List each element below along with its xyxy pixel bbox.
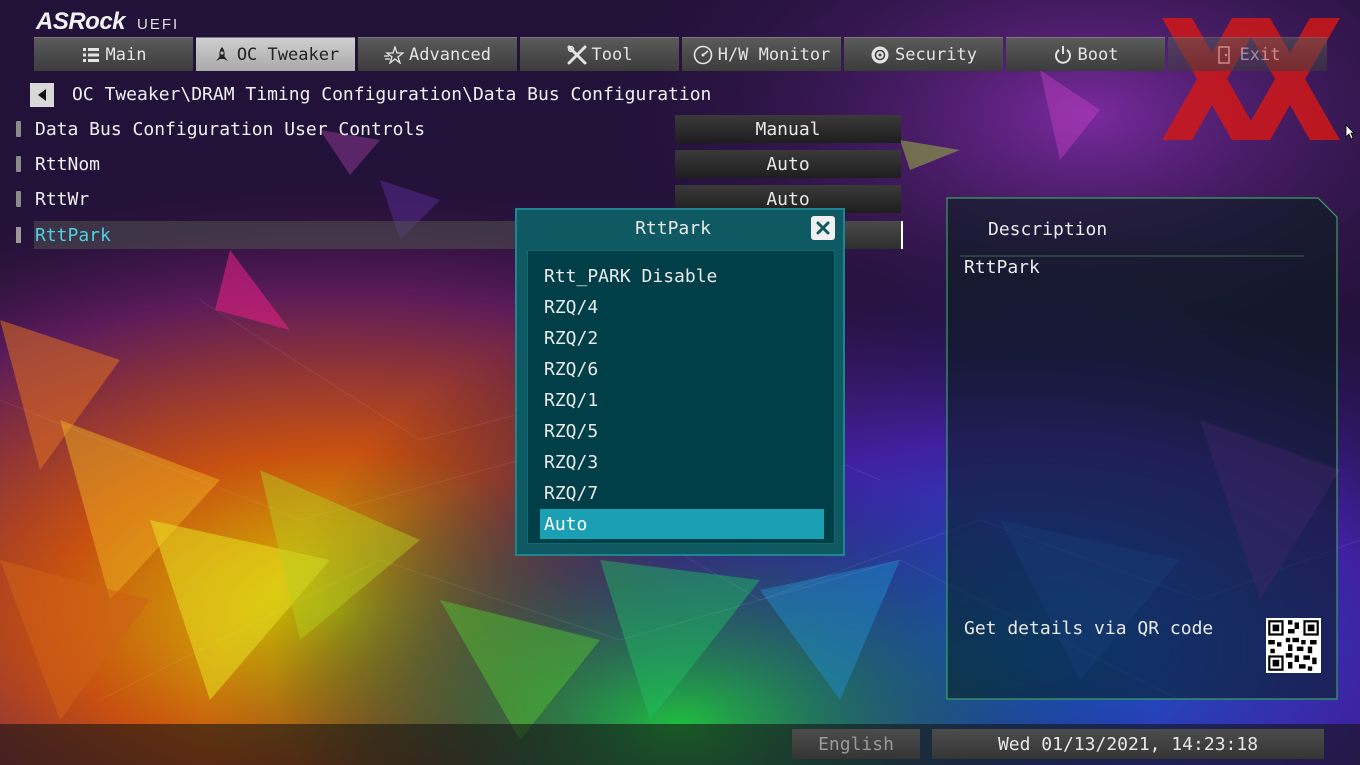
description-title: Description	[988, 219, 1108, 240]
tab-label: Advanced	[409, 44, 491, 65]
tab-advanced[interactable]: Advanced	[358, 37, 517, 71]
shield-icon	[870, 45, 890, 65]
setting-value-data-bus-user-controls[interactable]: Manual	[675, 115, 901, 143]
tab-label: OC Tweaker	[236, 44, 340, 65]
asrock-logo: ASRock UEFI	[36, 8, 179, 38]
tab-oc-tweaker[interactable]: OC Tweaker	[196, 37, 355, 71]
logo-brand: ASRock	[36, 8, 126, 35]
popup-title: RttPark	[635, 218, 711, 239]
tab-label: Main	[105, 44, 147, 65]
row-bullet-icon	[16, 227, 21, 243]
setting-label: RttPark	[35, 224, 111, 246]
description-text: RttPark	[964, 257, 1040, 278]
popup-option-rtt-park-disable[interactable]: Rtt_PARK Disable	[540, 261, 824, 291]
popup-option-rzq-7[interactable]: RZQ/7	[540, 478, 824, 508]
popup-option-list: Rtt_PARK Disable RZQ/4 RZQ/2 RZQ/6 RZQ/1…	[527, 250, 835, 544]
tab-label: Exit	[1239, 44, 1281, 65]
main-tab-bar: Main OC Tweaker Advanced Tool H/W Monito…	[34, 37, 1330, 73]
popup-option-rzq-4[interactable]: RZQ/4	[540, 292, 824, 322]
list-icon	[81, 45, 101, 65]
tab-boot[interactable]: Boot	[1006, 37, 1165, 71]
close-icon	[816, 221, 830, 235]
mouse-cursor-icon	[1345, 124, 1355, 140]
logo-sub: UEFI	[137, 16, 180, 33]
tab-exit[interactable]: Exit	[1168, 37, 1327, 71]
qr-code-label: Get details via QR code	[964, 618, 1214, 639]
popup-option-rzq-5[interactable]: RZQ/5	[540, 416, 824, 446]
popup-option-rzq-2[interactable]: RZQ/2	[540, 323, 824, 353]
row-bullet-icon	[16, 191, 21, 207]
popup-option-rzq-6[interactable]: RZQ/6	[540, 354, 824, 384]
popup-option-rzq-1[interactable]: RZQ/1	[540, 385, 824, 415]
exit-icon	[1215, 45, 1235, 65]
datetime-display: Wed 01/13/2021, 14:23:18	[932, 729, 1324, 759]
monitor-icon	[693, 45, 713, 65]
setting-value-rttnom[interactable]: Auto	[675, 150, 901, 178]
popup-option-rzq-3[interactable]: RZQ/3	[540, 447, 824, 477]
tab-hw-monitor[interactable]: H/W Monitor	[682, 37, 841, 71]
row-bullet-icon	[16, 156, 21, 172]
rttpark-options-popup: RttPark Rtt_PARK Disable RZQ/4 RZQ/2 RZQ…	[515, 208, 845, 556]
tab-security[interactable]: Security	[844, 37, 1003, 71]
popup-option-auto[interactable]: Auto	[540, 509, 824, 539]
tab-label: Security	[895, 44, 977, 65]
tab-main[interactable]: Main	[34, 37, 193, 71]
breadcrumb: OC Tweaker\DRAM Timing Configuration\Dat…	[72, 84, 712, 105]
rocket-icon	[212, 45, 232, 65]
arrow-left-icon	[38, 89, 46, 101]
qr-code-icon	[1266, 618, 1321, 673]
language-button[interactable]: English	[792, 729, 920, 759]
popup-close-button[interactable]	[811, 216, 835, 240]
wrench-icon	[567, 45, 587, 65]
setting-label: Data Bus Configuration User Controls	[35, 118, 426, 140]
star-icon	[384, 45, 405, 65]
row-bullet-icon	[16, 121, 21, 137]
tab-label: Tool	[591, 44, 633, 65]
tab-label: Boot	[1077, 44, 1119, 65]
back-button[interactable]	[30, 83, 54, 107]
tab-label: H/W Monitor	[717, 44, 831, 65]
tab-tool[interactable]: Tool	[520, 37, 679, 71]
power-icon	[1053, 45, 1073, 65]
setting-label: RttNom	[35, 153, 101, 175]
setting-label: RttWr	[35, 188, 90, 210]
